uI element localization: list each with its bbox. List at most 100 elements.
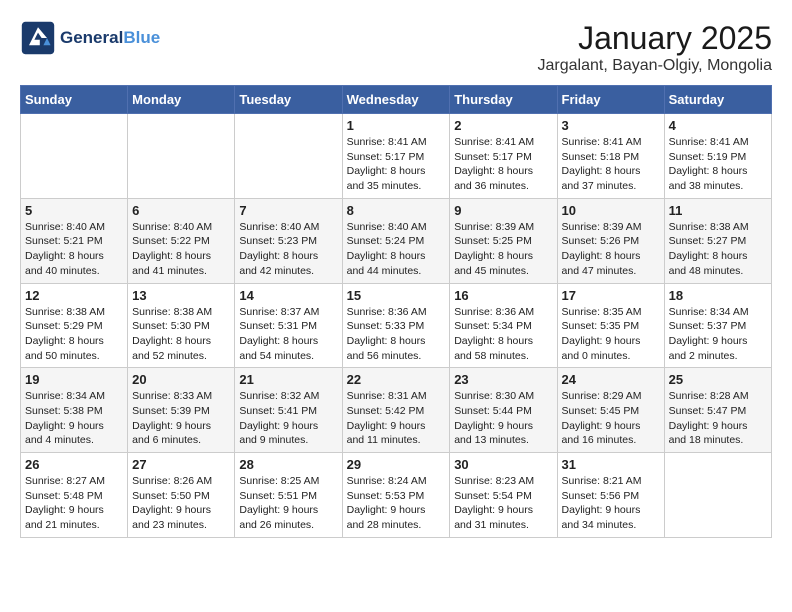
day-number: 9 — [454, 203, 552, 218]
day-number: 15 — [347, 288, 446, 303]
day-number: 29 — [347, 457, 446, 472]
day-number: 22 — [347, 372, 446, 387]
calendar-cell: 11Sunrise: 8:38 AMSunset: 5:27 PMDayligh… — [664, 198, 771, 283]
day-info: Sunrise: 8:37 AMSunset: 5:31 PMDaylight:… — [239, 305, 337, 364]
day-number: 23 — [454, 372, 552, 387]
day-number: 1 — [347, 118, 446, 133]
calendar-cell: 7Sunrise: 8:40 AMSunset: 5:23 PMDaylight… — [235, 198, 342, 283]
calendar-cell: 18 Sunrise: 8:34 AMSunset: 5:37 PMDayligh… — [664, 283, 771, 368]
day-number: 21 — [239, 372, 337, 387]
calendar-cell: 23 Sunrise: 8:30 AMSunset: 5:44 PMDayligh… — [450, 368, 557, 453]
calendar-cell — [664, 453, 771, 538]
day-number: 11 — [669, 203, 767, 218]
day-number: 20 — [132, 372, 230, 387]
day-info: Sunrise: 8:38 AMSunset: 5:30 PMDaylight:… — [132, 305, 230, 364]
calendar-cell: 2Sunrise: 8:41 AMSunset: 5:17 PMDaylight… — [450, 114, 557, 199]
day-number: 28 — [239, 457, 337, 472]
weekday-header: Sunday — [21, 86, 128, 114]
day-number: 7 — [239, 203, 337, 218]
calendar-cell: 25Sunrise: 8:28 AMSunset: 5:47 PMDayligh… — [664, 368, 771, 453]
day-number: 16 — [454, 288, 552, 303]
calendar-cell: 5 Sunrise: 8:40 AMSunset: 5:21 PMDaylight… — [21, 198, 128, 283]
day-number: 4 — [669, 118, 767, 133]
day-info: Sunrise: 8:30 AMSunset: 5:44 PMDaylight:… — [454, 389, 552, 448]
page-subtitle: Jargalant, Bayan-Olgiy, Mongolia — [538, 57, 773, 75]
calendar-cell: 1Sunrise: 8:41 AMSunset: 5:17 PMDaylight… — [342, 114, 450, 199]
calendar-cell — [235, 114, 342, 199]
calendar-cell: 6 Sunrise: 8:40 AMSunset: 5:22 PMDaylight… — [128, 198, 235, 283]
day-number: 6 — [132, 203, 230, 218]
day-info: Sunrise: 8:36 AMSunset: 5:33 PMDaylight:… — [347, 305, 446, 364]
weekday-header: Thursday — [450, 86, 557, 114]
day-number: 5 — [25, 203, 123, 218]
day-info: Sunrise: 8:40 AMSunset: 5:21 PMDaylight:… — [25, 220, 123, 279]
calendar-cell: 27 Sunrise: 8:26 AMSunset: 5:50 PMDayligh… — [128, 453, 235, 538]
day-number: 13 — [132, 288, 230, 303]
day-info: Sunrise: 8:36 AMSunset: 5:34 PMDaylight:… — [454, 305, 552, 364]
day-info: Sunrise: 8:23 AMSunset: 5:54 PMDaylight:… — [454, 474, 552, 533]
calendar-cell: 16 Sunrise: 8:36 AMSunset: 5:34 PMDayligh… — [450, 283, 557, 368]
logo: GeneralBlue — [20, 20, 160, 56]
day-info: Sunrise: 8:29 AMSunset: 5:45 PMDaylight:… — [562, 389, 660, 448]
day-number: 3 — [562, 118, 660, 133]
day-info: Sunrise: 8:26 AMSunset: 5:50 PMDaylight:… — [132, 474, 230, 533]
day-info: Sunrise: 8:21 AMSunset: 5:56 PMDaylight:… — [562, 474, 660, 533]
weekday-header: Saturday — [664, 86, 771, 114]
weekday-header: Friday — [557, 86, 664, 114]
title-block: January 2025 Jargalant, Bayan-Olgiy, Mon… — [538, 20, 773, 75]
calendar-cell: 28 Sunrise: 8:25 AMSunset: 5:51 PMDayligh… — [235, 453, 342, 538]
calendar-cell: 10Sunrise: 8:39 AMSunset: 5:26 PMDayligh… — [557, 198, 664, 283]
calendar-cell: 4 Sunrise: 8:41 AMSunset: 5:19 PMDaylight… — [664, 114, 771, 199]
calendar-cell: 22 Sunrise: 8:31 AMSunset: 5:42 PMDayligh… — [342, 368, 450, 453]
day-info: Sunrise: 8:38 AMSunset: 5:29 PMDaylight:… — [25, 305, 123, 364]
calendar-cell — [128, 114, 235, 199]
weekday-header: Monday — [128, 86, 235, 114]
day-info: Sunrise: 8:39 AMSunset: 5:25 PMDaylight:… — [454, 220, 552, 279]
day-info: Sunrise: 8:32 AMSunset: 5:41 PMDaylight:… — [239, 389, 337, 448]
calendar-table: SundayMondayTuesdayWednesdayThursdayFrid… — [20, 85, 772, 538]
calendar-week-row: 12 Sunrise: 8:38 AMSunset: 5:29 PMDayligh… — [21, 283, 772, 368]
page-title: January 2025 — [538, 20, 773, 57]
calendar-cell: 21 Sunrise: 8:32 AMSunset: 5:41 PMDayligh… — [235, 368, 342, 453]
day-info: Sunrise: 8:40 AMSunset: 5:22 PMDaylight:… — [132, 220, 230, 279]
calendar-cell: 31 Sunrise: 8:21 AMSunset: 5:56 PMDayligh… — [557, 453, 664, 538]
day-number: 12 — [25, 288, 123, 303]
day-info: Sunrise: 8:35 AMSunset: 5:35 PMDaylight:… — [562, 305, 660, 364]
day-info: Sunrise: 8:41 AMSunset: 5:18 PMDaylight:… — [562, 135, 660, 194]
day-number: 14 — [239, 288, 337, 303]
calendar-cell: 9 Sunrise: 8:39 AMSunset: 5:25 PMDaylight… — [450, 198, 557, 283]
day-info: Sunrise: 8:25 AMSunset: 5:51 PMDaylight:… — [239, 474, 337, 533]
calendar-cell: 14 Sunrise: 8:37 AMSunset: 5:31 PMDayligh… — [235, 283, 342, 368]
calendar-cell — [21, 114, 128, 199]
calendar-cell: 3 Sunrise: 8:41 AMSunset: 5:18 PMDaylight… — [557, 114, 664, 199]
calendar-cell: 17Sunrise: 8:35 AMSunset: 5:35 PMDayligh… — [557, 283, 664, 368]
day-number: 30 — [454, 457, 552, 472]
calendar-week-row: 19 Sunrise: 8:34 AMSunset: 5:38 PMDayligh… — [21, 368, 772, 453]
calendar-cell: 12 Sunrise: 8:38 AMSunset: 5:29 PMDayligh… — [21, 283, 128, 368]
day-info: Sunrise: 8:41 AMSunset: 5:19 PMDaylight:… — [669, 135, 767, 194]
page-header: GeneralBlue January 2025 Jargalant, Baya… — [20, 20, 772, 75]
day-number: 18 — [669, 288, 767, 303]
calendar-cell: 13 Sunrise: 8:38 AMSunset: 5:30 PMDayligh… — [128, 283, 235, 368]
calendar-cell: 24 Sunrise: 8:29 AMSunset: 5:45 PMDayligh… — [557, 368, 664, 453]
day-number: 24 — [562, 372, 660, 387]
calendar-cell: 20 Sunrise: 8:33 AMSunset: 5:39 PMDayligh… — [128, 368, 235, 453]
day-info: Sunrise: 8:34 AMSunset: 5:37 PMDaylight:… — [669, 305, 767, 364]
day-info: Sunrise: 8:39 AMSunset: 5:26 PMDaylight:… — [562, 220, 660, 279]
day-number: 31 — [562, 457, 660, 472]
calendar-week-row: 26Sunrise: 8:27 AMSunset: 5:48 PMDayligh… — [21, 453, 772, 538]
day-number: 26 — [25, 457, 123, 472]
day-number: 8 — [347, 203, 446, 218]
day-info: Sunrise: 8:33 AMSunset: 5:39 PMDaylight:… — [132, 389, 230, 448]
day-info: Sunrise: 8:28 AMSunset: 5:47 PMDaylight:… — [669, 389, 767, 448]
day-info: Sunrise: 8:34 AMSunset: 5:38 PMDaylight:… — [25, 389, 123, 448]
calendar-cell: 30 Sunrise: 8:23 AMSunset: 5:54 PMDayligh… — [450, 453, 557, 538]
calendar-cell: 15 Sunrise: 8:36 AMSunset: 5:33 PMDayligh… — [342, 283, 450, 368]
day-number: 19 — [25, 372, 123, 387]
day-number: 2 — [454, 118, 552, 133]
day-info: Sunrise: 8:24 AMSunset: 5:53 PMDaylight:… — [347, 474, 446, 533]
weekday-header: Wednesday — [342, 86, 450, 114]
day-info: Sunrise: 8:31 AMSunset: 5:42 PMDaylight:… — [347, 389, 446, 448]
day-number: 27 — [132, 457, 230, 472]
calendar-cell: 8Sunrise: 8:40 AMSunset: 5:24 PMDaylight… — [342, 198, 450, 283]
